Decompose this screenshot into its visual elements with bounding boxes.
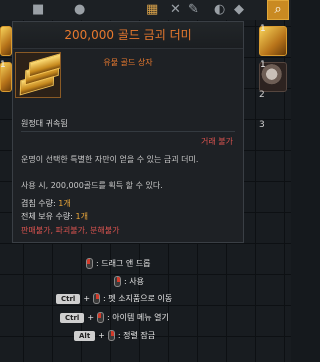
mouse-right-icon xyxy=(93,293,101,304)
trade-status: 거래 불가 xyxy=(201,137,233,146)
guide-drag: : 드래그 앤 드롭 xyxy=(86,258,150,269)
trash-icon[interactable]: ✎ xyxy=(188,2,199,18)
stack-quantity-label: 겹침 수량: xyxy=(21,199,56,208)
plus-icon: + xyxy=(83,294,91,303)
bound-status: 원정대 귀속됨 xyxy=(21,119,68,128)
guide-sort-lock-text: : 정렬 잠금 xyxy=(117,331,156,340)
slot-count: 1 xyxy=(260,24,266,34)
alt-key: Alt xyxy=(74,330,96,341)
owned-quantity-label: 전체 보유 수량: xyxy=(21,212,73,221)
item-grade-name: 유물 골드 상자 xyxy=(103,58,153,67)
tag-icon[interactable]: ◆ xyxy=(234,2,244,18)
guide-use: : 사용 xyxy=(114,276,144,287)
guide-use-text: : 사용 xyxy=(124,277,144,286)
item-description: 운명이 선택한 특별한 자만이 얻을 수 있는 금괴 더미. xyxy=(21,155,199,164)
owned-quantity: 전체 보유 수량: 1개 xyxy=(21,211,88,222)
mouse-left-icon xyxy=(86,258,93,269)
grid-view-icon[interactable]: ▦ xyxy=(146,2,158,18)
mouse-right-icon xyxy=(114,276,121,287)
item-restrictions: 판매불가, 파괴불가, 분해불가 xyxy=(21,226,120,235)
sort-icon[interactable]: ✕ xyxy=(170,2,181,18)
plus-icon: + xyxy=(98,331,105,340)
mouse-right-icon xyxy=(107,330,115,341)
guide-item-menu: Ctrl + : 아이템 메뉴 열기 xyxy=(60,312,169,323)
owned-quantity-value: 1개 xyxy=(75,212,88,221)
slot-count: 1 xyxy=(0,60,6,70)
search-icon[interactable]: ⌕ xyxy=(267,0,289,20)
mouse-left-icon xyxy=(97,312,105,323)
guide-item-menu-text: : 아이템 메뉴 열기 xyxy=(107,313,169,322)
stack-quantity-value: 1개 xyxy=(58,199,71,208)
plus-icon: + xyxy=(87,313,95,322)
guide-drag-text: : 드래그 앤 드롭 xyxy=(96,259,151,268)
item-usage: 사용 시, 200,000골드를 획득 할 수 있다. xyxy=(21,181,163,190)
guide-pet-move: Ctrl + : 펫 소지품으로 이동 xyxy=(56,293,172,304)
tooltip-title: 200,000 골드 금괴 더미 xyxy=(13,22,243,49)
tooltip-item-row: 유물 골드 상자 xyxy=(13,49,243,129)
guide-sort-lock: Alt + : 정렬 잠금 xyxy=(74,330,155,341)
pet-icon[interactable]: ● xyxy=(74,2,85,18)
slot-count: 1 xyxy=(260,60,266,70)
slot-count: 3 xyxy=(259,120,265,130)
guide-pet-move-text: : 펫 소지품으로 이동 xyxy=(103,294,173,303)
divider xyxy=(21,131,235,132)
ctrl-key: Ctrl xyxy=(56,293,81,304)
inventory-slot[interactable] xyxy=(0,26,12,56)
item-tooltip: 200,000 골드 금괴 더미 유물 골드 상자 원정대 귀속됨 거래 불가 … xyxy=(12,21,244,243)
slot-count: 2 xyxy=(259,90,265,100)
stack-quantity: 겹침 수량: 1개 xyxy=(21,198,71,209)
bag-icon[interactable]: ■ xyxy=(32,2,44,18)
pet-bag-icon[interactable]: ◐ xyxy=(214,2,225,18)
inventory-toolbar: ■ ● ▦ ✕ ✎ ◐ ◆ ⌕ xyxy=(0,0,291,21)
ctrl-key: Ctrl xyxy=(60,312,85,323)
